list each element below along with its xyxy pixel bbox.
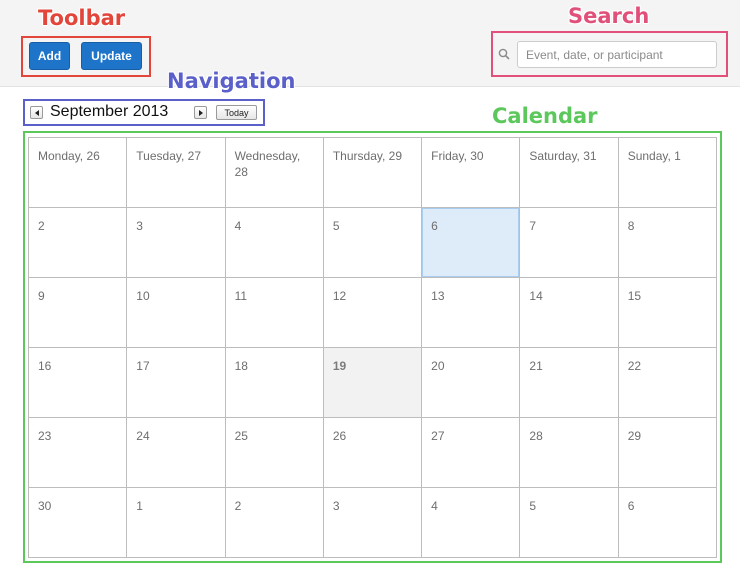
day-cell[interactable]: 17 xyxy=(127,348,226,418)
day-cell[interactable]: 9 xyxy=(29,278,128,348)
day-cell[interactable]: 21 xyxy=(520,348,619,418)
day-cell[interactable]: 2 xyxy=(29,208,128,278)
day-cell[interactable]: Wednesday, 28 xyxy=(225,138,324,208)
day-cell[interactable]: 30 xyxy=(29,488,128,558)
day-cell[interactable]: 10 xyxy=(127,278,226,348)
month-title: September 2013 xyxy=(50,103,169,120)
day-cell[interactable]: 4 xyxy=(422,488,521,558)
day-cell[interactable]: 3 xyxy=(127,208,226,278)
day-cell[interactable]: Sunday, 1 xyxy=(618,138,717,208)
day-cell[interactable]: 18 xyxy=(225,348,324,418)
day-cell[interactable]: Friday, 30 xyxy=(422,138,521,208)
day-cell[interactable]: 13 xyxy=(422,278,521,348)
day-cell[interactable]: Saturday, 31 xyxy=(520,138,619,208)
day-cell[interactable]: 22 xyxy=(618,348,717,418)
toolbar-callout-label: Toolbar xyxy=(38,6,126,30)
day-cell[interactable]: 2 xyxy=(225,488,324,558)
day-cell[interactable]: 7 xyxy=(520,208,619,278)
day-cell[interactable]: Tuesday, 27 xyxy=(127,138,226,208)
day-cell[interactable]: 4 xyxy=(225,208,324,278)
day-cell[interactable]: 23 xyxy=(29,418,128,488)
day-cell[interactable]: 25 xyxy=(225,418,324,488)
search-icon xyxy=(498,48,510,60)
day-cell[interactable]: 5 xyxy=(520,488,619,558)
calendar-callout-label: Calendar xyxy=(492,104,598,128)
day-cell[interactable]: 8 xyxy=(618,208,717,278)
day-cell[interactable]: 24 xyxy=(127,418,226,488)
selected-day-cell[interactable]: 6 xyxy=(422,208,521,278)
day-cell[interactable]: 1 xyxy=(127,488,226,558)
day-cell[interactable]: 29 xyxy=(618,418,717,488)
search-callout-label: Search xyxy=(568,4,650,28)
day-cell[interactable]: 20 xyxy=(422,348,521,418)
day-cell[interactable]: 28 xyxy=(520,418,619,488)
update-button[interactable]: Update xyxy=(81,42,142,70)
day-cell[interactable]: 5 xyxy=(323,208,423,278)
day-cell[interactable]: 14 xyxy=(520,278,619,348)
add-button[interactable]: Add xyxy=(29,42,70,70)
previous-month-button[interactable] xyxy=(30,106,43,119)
search-input[interactable] xyxy=(517,41,717,68)
day-cell[interactable]: 11 xyxy=(225,278,324,348)
day-cell[interactable]: Monday, 26 xyxy=(29,138,128,208)
next-month-button[interactable] xyxy=(194,106,207,119)
navigation-callout-label: Navigation xyxy=(167,69,296,93)
day-cell[interactable]: 15 xyxy=(618,278,717,348)
chevron-left-icon xyxy=(34,109,39,116)
chevron-right-icon xyxy=(198,109,203,116)
day-cell[interactable]: 26 xyxy=(323,418,423,488)
day-cell[interactable]: Thursday, 29 xyxy=(323,138,423,208)
today-button[interactable]: Today xyxy=(216,105,257,120)
day-cell[interactable]: 16 xyxy=(29,348,128,418)
day-cell[interactable]: 6 xyxy=(618,488,717,558)
day-cell[interactable]: 3 xyxy=(323,488,423,558)
day-cell[interactable]: 12 xyxy=(323,278,423,348)
day-cell[interactable]: 27 xyxy=(422,418,521,488)
calendar-grid: Monday, 26 Tuesday, 27 Wednesday, 28 Thu… xyxy=(28,137,717,558)
today-day-cell[interactable]: 19 xyxy=(323,348,423,418)
